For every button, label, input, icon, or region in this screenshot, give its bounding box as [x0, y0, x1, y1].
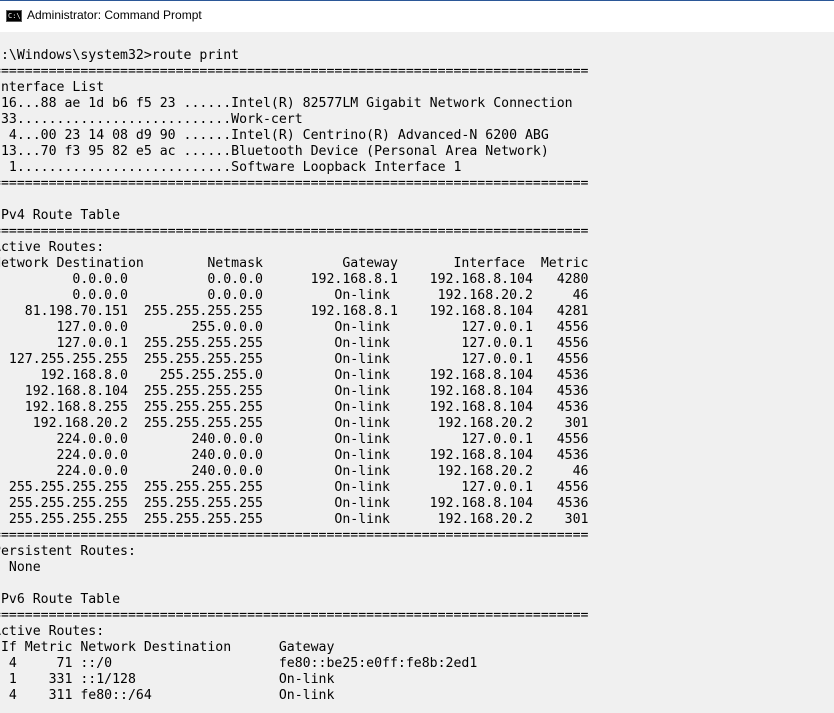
- console-line: 255.255.255.255 255.255.255.255 On-link …: [0, 496, 589, 511]
- console-line: 127.0.0.1 255.255.255.255 On-link 127.0.…: [0, 336, 589, 351]
- console-line: 192.168.20.2 255.255.255.255 On-link 192…: [0, 416, 589, 431]
- cmd-icon: C:\: [6, 10, 22, 22]
- console-line: 33...........................Work-cert: [0, 112, 303, 127]
- console-line: Persistent Routes:: [0, 544, 136, 559]
- console-line: ========================================…: [0, 528, 589, 543]
- console-line: 127.255.255.255 255.255.255.255 On-link …: [0, 352, 589, 367]
- console-line: If Metric Network Destination Gateway: [0, 640, 335, 655]
- console-line: 4...00 23 14 08 d9 90 ......Intel(R) Cen…: [0, 128, 549, 143]
- console-line: Active Routes:: [0, 624, 105, 639]
- window-title: Administrator: Command Prompt: [27, 8, 202, 22]
- console-line: 81.198.70.151 255.255.255.255 192.168.8.…: [0, 304, 589, 319]
- console-line: 4 71 ::/0 fe80::be25:e0ff:fe8b:2ed1: [0, 656, 478, 671]
- console-line: 0.0.0.0 0.0.0.0 192.168.8.1 192.168.8.10…: [0, 272, 589, 287]
- console-line: 127.0.0.0 255.0.0.0 On-link 127.0.0.1 45…: [0, 320, 589, 335]
- console-line: 0.0.0.0 0.0.0.0 On-link 192.168.20.2 46: [0, 288, 589, 303]
- console-line: IPv6 Route Table: [0, 592, 121, 607]
- console-line: 192.168.8.255 255.255.255.255 On-link 19…: [0, 400, 589, 415]
- console-output[interactable]: C:\Windows\system32>route print =========…: [0, 48, 588, 704]
- console-line: 16...88 ae 1d b6 f5 23 ......Intel(R) 82…: [0, 96, 573, 111]
- console-line: 13...70 f3 95 82 e5 ac ......Bluetooth D…: [0, 144, 549, 159]
- console-line: 255.255.255.255 255.255.255.255 On-link …: [0, 480, 589, 495]
- console-line: ========================================…: [0, 224, 589, 239]
- console-line: 224.0.0.0 240.0.0.0 On-link 192.168.20.2…: [0, 464, 589, 479]
- title-bar[interactable]: C:\ Administrator: Command Prompt: [0, 0, 834, 32]
- console-line: Network Destination Netmask Gateway Inte…: [0, 256, 589, 271]
- command-prompt-window: C:\ Administrator: Command Prompt C:\Win…: [0, 0, 834, 713]
- console-line: 4 311 fe80::/64 On-link: [0, 688, 335, 703]
- console-line: 255.255.255.255 255.255.255.255 On-link …: [0, 512, 589, 527]
- console-line: None: [8, 560, 41, 575]
- console-line: IPv4 Route Table: [0, 208, 121, 223]
- console-line: 1 331 ::1/128 On-link: [0, 672, 335, 687]
- console-line: ========================================…: [0, 64, 589, 79]
- console-line: 224.0.0.0 240.0.0.0 On-link 127.0.0.1 45…: [0, 432, 589, 447]
- console-line: 192.168.8.0 255.255.255.0 On-link 192.16…: [0, 368, 589, 383]
- console-line: 224.0.0.0 240.0.0.0 On-link 192.168.8.10…: [0, 448, 589, 463]
- console-line: 1...........................Software Loo…: [0, 160, 462, 175]
- console-line: C:\Windows\system32>route print: [0, 48, 240, 63]
- console-line: ========================================…: [0, 608, 589, 623]
- console-line: 192.168.8.104 255.255.255.255 On-link 19…: [0, 384, 589, 399]
- console-line: Active Routes:: [0, 240, 105, 255]
- console-line: Interface List: [0, 80, 105, 95]
- console-line: ========================================…: [0, 176, 589, 191]
